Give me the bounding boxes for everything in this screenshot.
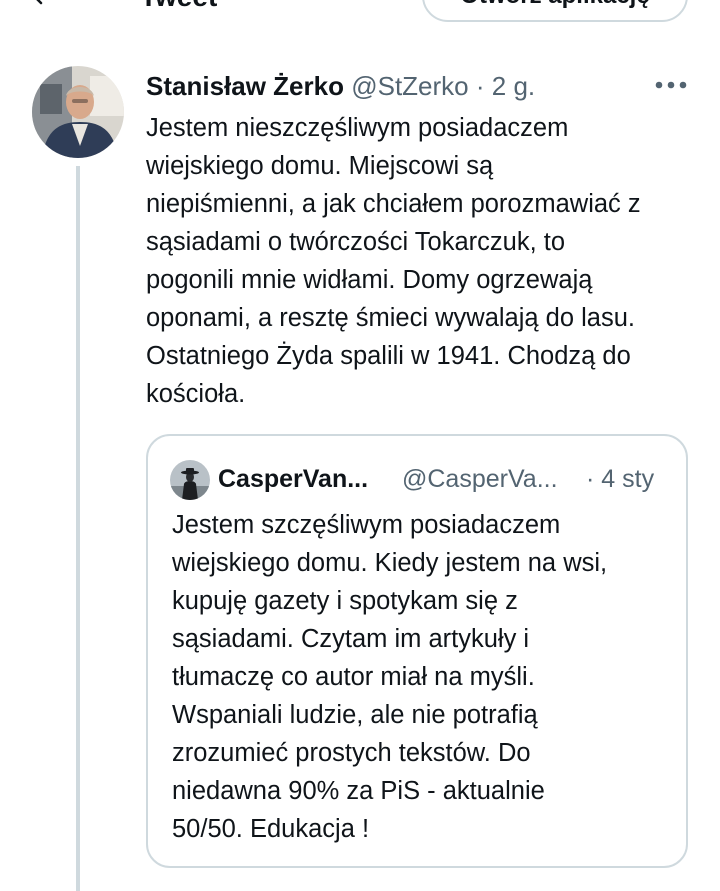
open-app-button[interactable]: Otwórz aplikację: [422, 0, 688, 22]
avatar[interactable]: [32, 66, 124, 158]
tweet-text: Jestem nieszczęśliwym posiadaczem wiejsk…: [146, 109, 706, 413]
quoted-handle: @CasperVa...: [402, 465, 558, 493]
quoted-text-line: 50/50. Edukacja !: [172, 815, 370, 843]
quoted-tweet-card[interactable]: CasperVan... @CasperVa... · 4 sty Jestem…: [146, 434, 688, 868]
quoted-display-name: CasperVan...: [218, 465, 369, 493]
page-title: Tweet: [140, 0, 217, 14]
quoted-text-line: Wspaniali ludzie, ale nie potrafią: [172, 701, 538, 729]
tweet-text-line: kościoła.: [146, 380, 246, 408]
quoted-text-line: niedawna 90% za PiS - aktualnie: [172, 777, 545, 805]
tweet-timestamp[interactable]: 2 g.: [492, 71, 535, 101]
quoted-text-line: kupuję gazety i spotykam się z: [172, 587, 518, 615]
tweet-text-line: niepiśmienni, a jak chciałem porozmawiać…: [146, 190, 641, 218]
tweet-text-line: pogonili mnie widłami. Domy ogrzewają: [146, 266, 593, 294]
quoted-text-line: wiejskiego domu. Kiedy jestem na wsi,: [172, 549, 608, 577]
quoted-text-line: sąsiadami. Czytam im artykuły i: [172, 625, 530, 653]
quoted-timestamp: · 4 sty: [586, 465, 655, 493]
quoted-text-line: Jestem szczęśliwym posiadaczem: [172, 511, 561, 539]
tweet-text-line: sąsiadami o twórczości Tokarczuk, to: [146, 228, 566, 256]
quoted-tweet-text: Jestem szczęśliwym posiadaczem wiejskieg…: [172, 506, 672, 848]
separator-dot: ·: [475, 71, 485, 101]
tweet-header: Stanisław Żerko @StZerko · 2 g.: [146, 68, 535, 104]
tweet-text-line: oponami, a resztę śmieci wywalają do las…: [146, 304, 635, 332]
back-arrow-icon[interactable]: [30, 0, 54, 8]
author-handle[interactable]: @StZerko: [351, 71, 468, 101]
quoted-text-line: zrozumieć prostych tekstów. Do: [172, 739, 531, 767]
quoted-avatar: [170, 460, 210, 500]
top-bar: Tweet Otwórz aplikację: [0, 0, 720, 24]
author-display-name[interactable]: Stanisław Żerko: [146, 71, 344, 101]
quoted-text-line: tłumaczę co autor miał na myśli.: [172, 663, 535, 691]
thread-line: [76, 166, 80, 891]
tweet-text-line: Jestem nieszczęśliwym posiadaczem: [146, 114, 569, 142]
tweet-text-line: wiejskiego domu. Miejscowi są: [146, 152, 494, 180]
tweet-text-line: Ostatniego Żyda spalili w 1941. Chodzą d…: [146, 342, 631, 370]
more-horizontal-icon[interactable]: [654, 76, 688, 94]
